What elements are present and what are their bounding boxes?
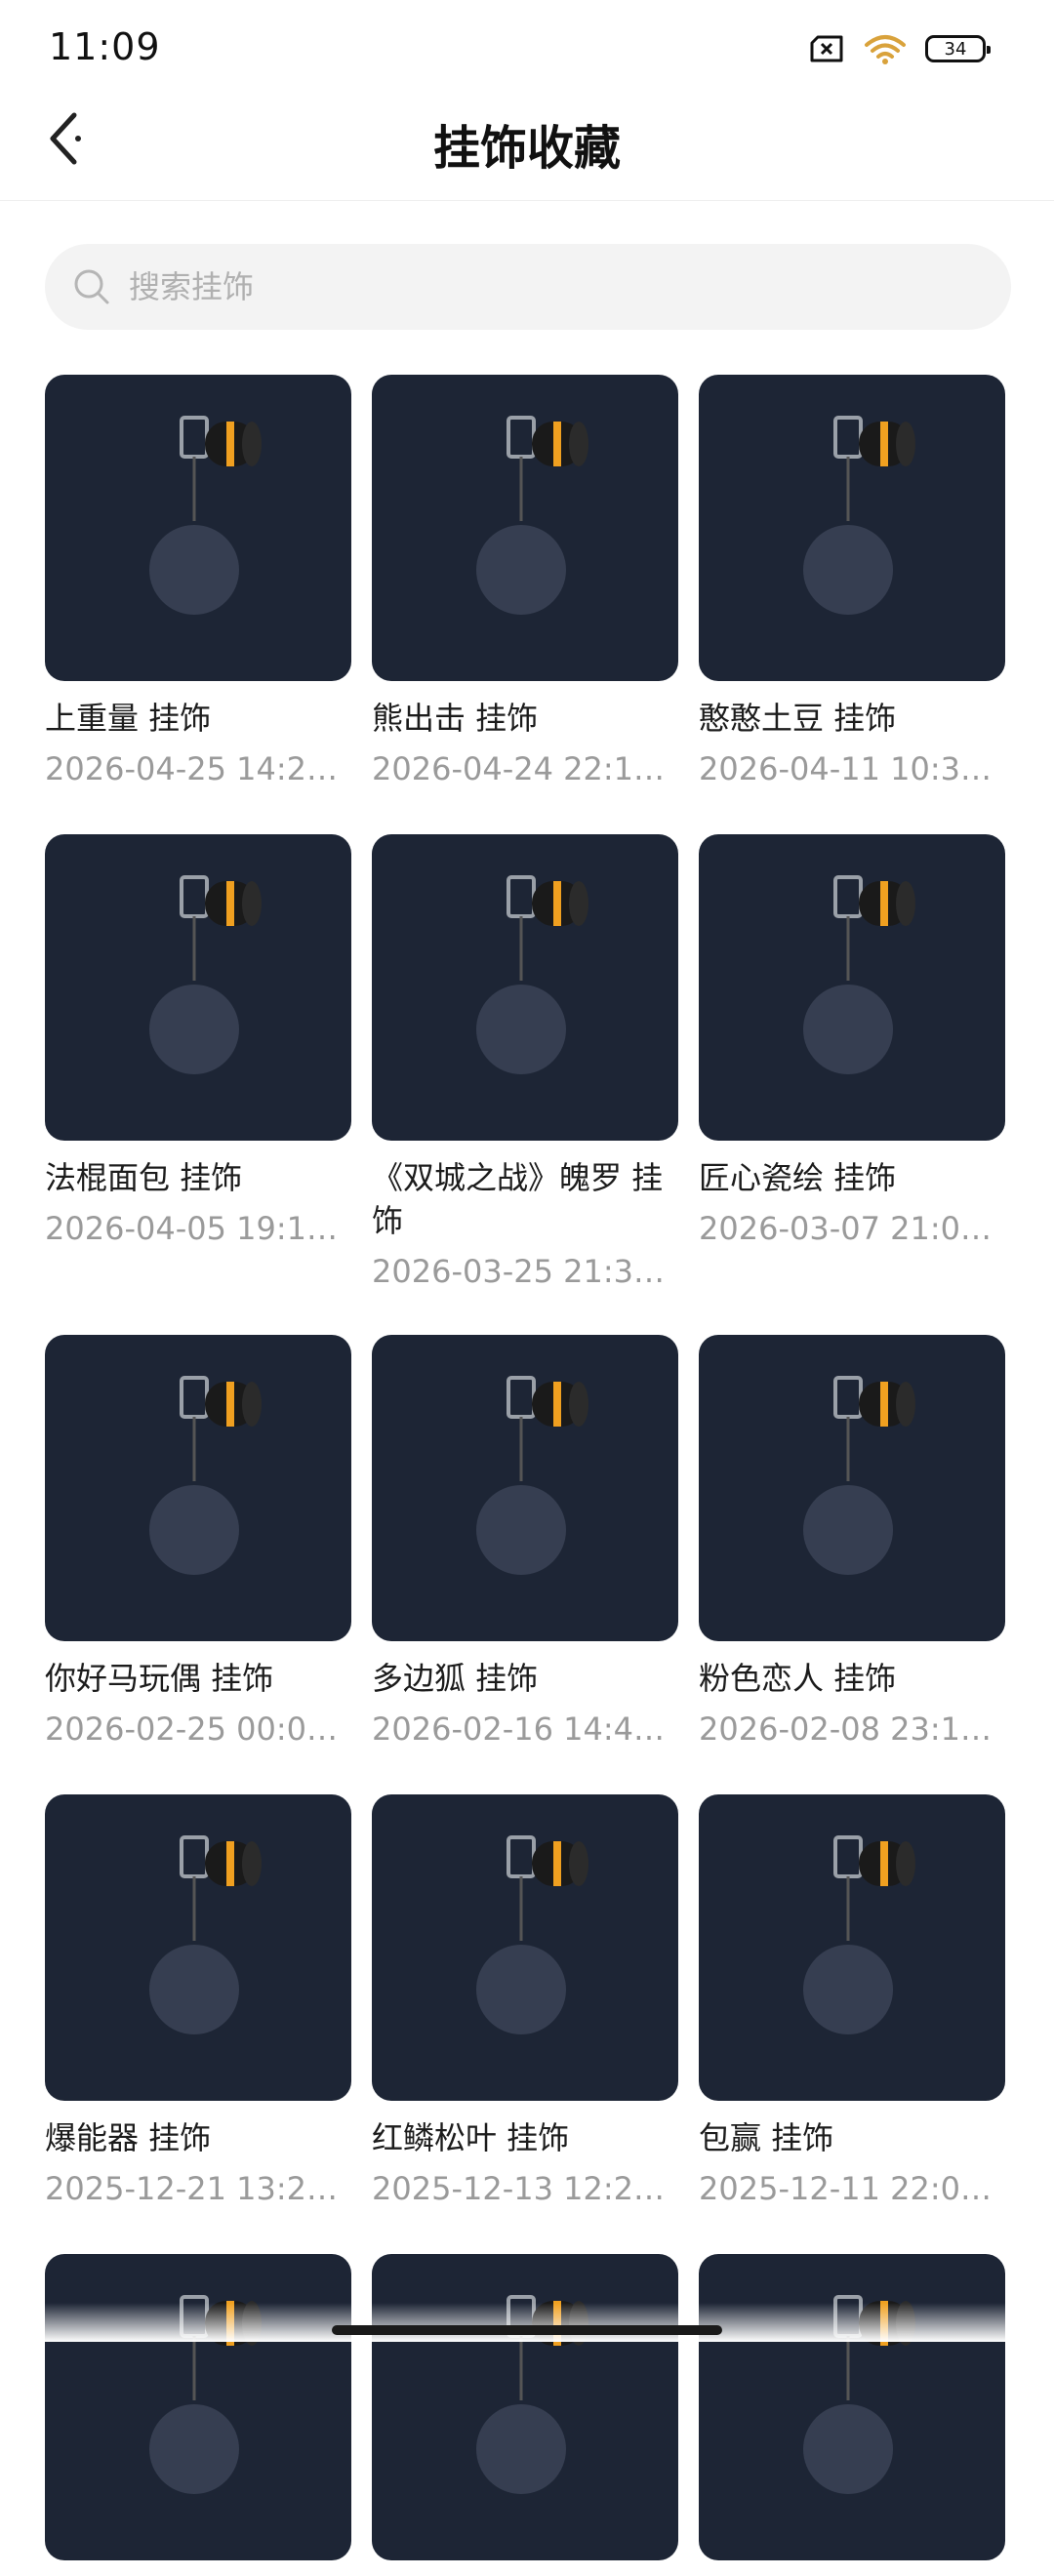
charm-name: 你好马玩偶 挂饰 [45, 1660, 274, 1697]
charm-date: 2026-04-25 14:2… [45, 750, 338, 787]
charm-card[interactable]: 红鳞松叶 挂饰 2025-12-13 12:28:… [372, 1794, 678, 2208]
kettlebell-charm-icon [149, 416, 262, 615]
charm-icon [149, 2295, 262, 2494]
charm-date: 2025-12-21 13:21:… [45, 2170, 351, 2207]
baguette-charm-icon [149, 875, 262, 1074]
charm-thumbnail [699, 834, 1005, 1141]
charm-thumbnail [45, 2254, 351, 2560]
charm-date: 2026-04-11 10:30… [699, 750, 1005, 787]
search-icon [74, 269, 109, 304]
status-icons: 34 [810, 29, 991, 68]
teapot-charm-icon [803, 875, 915, 1074]
charm-name: 粉色恋人 挂饰 [699, 1660, 897, 1697]
wifi-icon [863, 31, 908, 66]
charm-card[interactable]: 包赢 挂饰 2025-12-11 22:00… [699, 1794, 1005, 2208]
charm-date: 2025-12-11 22:00… [699, 2170, 1005, 2207]
charm-thumbnail [372, 2254, 678, 2560]
search-bar[interactable] [45, 244, 1011, 330]
bear-charm-icon [476, 416, 588, 615]
charm-thumbnail [699, 1335, 1005, 1641]
charm-name: 红鳞松叶 挂饰 [372, 2119, 570, 2156]
no-sim-icon [810, 35, 843, 62]
charm-name: 法棍面包 挂饰 [45, 1159, 243, 1196]
charm-name: 熊出击 挂饰 [372, 700, 539, 737]
charm-date: 2026-02-16 14:42… [372, 1711, 678, 1748]
charm-card[interactable]: 法棍面包 挂饰 2026-04-05 19:12… [45, 834, 351, 1248]
fox-charm-icon [476, 1376, 588, 1575]
charm-thumbnail [45, 834, 351, 1141]
blaster-charm-icon [149, 1835, 262, 2034]
charm-date: 2026-04-24 22:1… [372, 750, 665, 787]
charm-card[interactable]: 熊出击 挂饰 2026-04-24 22:1… [372, 375, 678, 788]
koi-charm-icon [476, 1835, 588, 2034]
charm-name: 憨憨土豆 挂饰 [699, 700, 897, 737]
charm-card[interactable]: 憨憨土豆 挂饰 2026-04-11 10:30… [699, 375, 1005, 788]
charm-card[interactable]: 《双城之战》魄罗 挂饰 2026-03-25 21:3… [372, 834, 678, 1291]
charm-date: 2026-02-08 23:1… [699, 1711, 992, 1748]
charm-name: 爆能器 挂饰 [45, 2119, 212, 2156]
battery-level: 34 [944, 38, 967, 60]
charm-name: 上重量 挂饰 [45, 700, 212, 737]
charm-card[interactable]: 多边狐 挂饰 2026-02-16 14:42… [372, 1335, 678, 1749]
charm-thumbnail [699, 1794, 1005, 2101]
charm-name: 《双城之战》魄罗 挂饰 [372, 1159, 664, 1239]
charm-date: 2026-03-07 21:0… [699, 1210, 992, 1247]
charm-card[interactable]: 上重量 挂饰 2026-04-25 14:2… [45, 375, 351, 788]
charm-date: 2026-02-25 00:0… [45, 1711, 338, 1748]
charm-thumbnail [699, 2254, 1005, 2560]
charm-name: 多边狐 挂饰 [372, 1660, 539, 1697]
charm-thumbnail [372, 834, 678, 1141]
charm-thumbnail [372, 1335, 678, 1641]
charm-name: 包赢 挂饰 [699, 2119, 834, 2156]
status-time: 11:09 [49, 25, 161, 68]
bottom-fade [0, 2303, 1054, 2342]
battery-icon: 34 [925, 35, 991, 62]
search-input[interactable] [127, 267, 990, 306]
charm-card[interactable]: 粉色恋人 挂饰 2026-02-08 23:1… [699, 1335, 1005, 1749]
backpack-charm-icon [803, 1835, 915, 2034]
charm-date: 2026-04-05 19:12… [45, 1210, 351, 1247]
home-indicator[interactable] [332, 2325, 722, 2335]
charm-thumbnail [372, 1794, 678, 2101]
charm-date: 2025-12-13 12:28:… [372, 2170, 678, 2207]
charm-card[interactable]: 爆能器 挂饰 2025-12-21 13:21:… [45, 1794, 351, 2208]
page-title: 挂饰收藏 [432, 121, 621, 176]
cake-charm-icon [803, 1376, 915, 1575]
status-bar: 11:09 34 [0, 0, 1054, 88]
horse-charm-icon [149, 1376, 262, 1575]
charm-date: 2026-03-25 21:3… [372, 1253, 665, 1290]
charm-icon [803, 2295, 915, 2494]
potato-charm-icon [803, 416, 915, 615]
charm-thumbnail [372, 375, 678, 681]
header: 挂饰收藏 [0, 88, 1054, 201]
charm-name: 匠心瓷绘 挂饰 [699, 1159, 897, 1196]
charm-thumbnail [699, 375, 1005, 681]
charm-icon [476, 2295, 588, 2494]
charm-thumbnail [45, 1794, 351, 2101]
poro-charm-icon [476, 875, 588, 1074]
charm-card[interactable]: 匠心瓷绘 挂饰 2026-03-07 21:0… [699, 834, 1005, 1248]
charm-thumbnail [45, 1335, 351, 1641]
charm-thumbnail [45, 375, 351, 681]
charm-card[interactable]: 你好马玩偶 挂饰 2026-02-25 00:0… [45, 1335, 351, 1749]
